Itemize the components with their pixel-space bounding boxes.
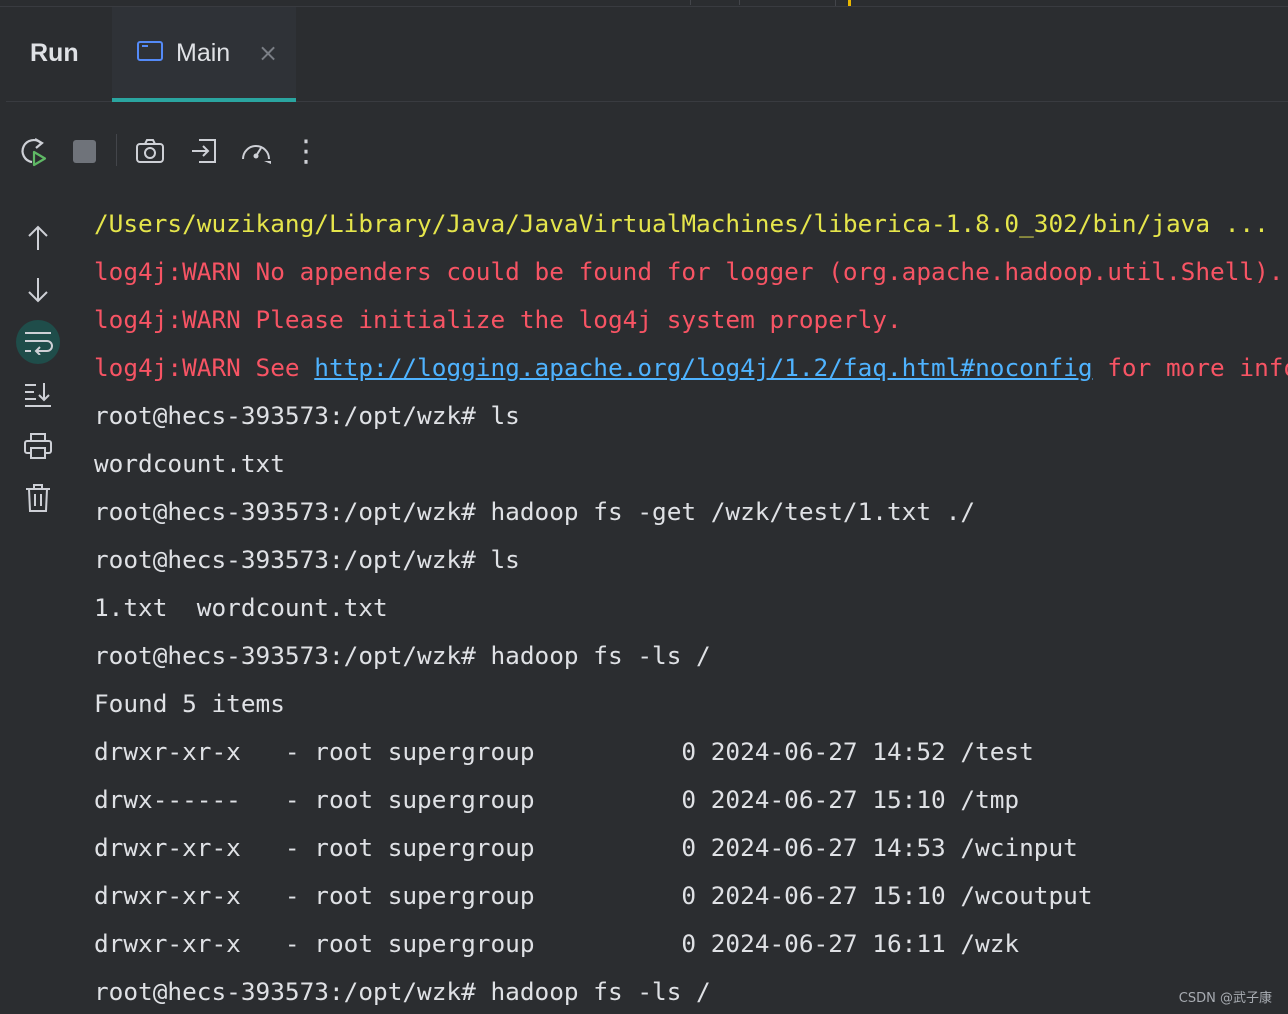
console-line: root@hecs-393573:/opt/wzk# hadoop fs -ls…: [94, 632, 1288, 680]
console-line: root@hecs-393573:/opt/wzk# hadoop fs -ge…: [94, 488, 1288, 536]
console-text: root@hecs-393573:/opt/wzk# hadoop fs -ge…: [94, 497, 975, 526]
console-text: log4j:WARN See: [94, 353, 314, 382]
console-output[interactable]: /Users/wuzikang/Library/Java/JavaVirtual…: [94, 200, 1288, 1014]
top-editor-fragment: [690, 0, 740, 5]
console-text: Found 5 items: [94, 689, 285, 718]
tab-label: Main: [176, 39, 230, 68]
console-line: drwxr-xr-x - root supergroup 0 2024-06-2…: [94, 728, 1288, 776]
camera-icon[interactable]: [130, 128, 170, 174]
scroll-to-end-icon[interactable]: [16, 372, 60, 416]
watermark: CSDN @武子康: [1179, 987, 1272, 1006]
run-toolbar: ⋮: [0, 128, 360, 174]
console-window-icon: [137, 41, 163, 61]
console-line: log4j:WARN Please initialize the log4j s…: [94, 296, 1288, 344]
console-text: drwxr-xr-x - root supergroup 0 2024-06-2…: [94, 881, 1093, 910]
console-text: log4j:WARN Please initialize the log4j s…: [94, 305, 902, 334]
window-top-strip: [0, 0, 1288, 7]
console-line: drwxr-xr-x - root supergroup 0 2024-06-2…: [94, 872, 1288, 920]
top-divider: [835, 0, 836, 6]
console-line: wordcount.txt: [94, 440, 1288, 488]
run-tool-window-header: Run Main ×: [6, 7, 1288, 102]
console-text: drwxr-xr-x - root supergroup 0 2024-06-2…: [94, 737, 1034, 766]
console-line: root@hecs-393573:/opt/wzk# ls: [94, 536, 1288, 584]
console-text: for more info.: [1093, 353, 1288, 382]
console-line: Found 5 items: [94, 680, 1288, 728]
console-line: 1.txt wordcount.txt: [94, 584, 1288, 632]
console-text: drwx------ - root supergroup 0 2024-06-2…: [94, 785, 1019, 814]
console-line: drwx------ - root supergroup 0 2024-06-2…: [94, 776, 1288, 824]
console-text: /Users/wuzikang/Library/Java/JavaVirtual…: [94, 209, 1269, 238]
top-caret-marker: [848, 0, 851, 6]
toolbar-separator: [116, 134, 117, 166]
console-line: drwxr-xr-x - root supergroup 0 2024-06-2…: [94, 920, 1288, 968]
speedometer-icon[interactable]: [236, 128, 276, 174]
console-text: drwxr-xr-x - root supergroup 0 2024-06-2…: [94, 929, 1019, 958]
console-text: log4j:WARN No appenders could be found f…: [94, 257, 1283, 286]
soft-wrap-icon[interactable]: [16, 320, 60, 364]
panel-title: Run: [30, 39, 79, 68]
stop-icon[interactable]: [64, 128, 104, 174]
console-text: root@hecs-393573:/opt/wzk# ls: [94, 545, 520, 574]
close-icon[interactable]: ×: [258, 41, 278, 65]
console-text: root@hecs-393573:/opt/wzk# hadoop fs -ls…: [94, 977, 711, 1006]
console-line: root@hecs-393573:/opt/wzk# ls: [94, 392, 1288, 440]
console-line: root@hecs-393573:/opt/wzk# hadoop fs -ls…: [94, 968, 1288, 1014]
tab-main[interactable]: Main ×: [112, 7, 296, 101]
console-text: root@hecs-393573:/opt/wzk# hadoop fs -ls…: [94, 641, 711, 670]
arrow-down-icon[interactable]: [16, 268, 60, 312]
console-text: root@hecs-393573:/opt/wzk# ls: [94, 401, 520, 430]
console-text: wordcount.txt: [94, 449, 285, 478]
console-line: /Users/wuzikang/Library/Java/JavaVirtual…: [94, 200, 1288, 248]
console-line: log4j:WARN No appenders could be found f…: [94, 248, 1288, 296]
more-options-icon[interactable]: ⋮: [286, 128, 326, 174]
print-icon[interactable]: [16, 424, 60, 468]
rerun-icon[interactable]: [12, 128, 52, 174]
arrow-up-icon[interactable]: [16, 216, 60, 260]
console-line: drwxr-xr-x - root supergroup 0 2024-06-2…: [94, 824, 1288, 872]
console-text: 1.txt wordcount.txt: [94, 593, 388, 622]
config-link[interactable]: http://logging.apache.org/log4j/1.2/faq.…: [314, 353, 1092, 382]
exit-icon[interactable]: [184, 128, 224, 174]
trash-icon[interactable]: [16, 476, 60, 520]
console-line: log4j:WARN See http://logging.apache.org…: [94, 344, 1288, 392]
console-text: drwxr-xr-x - root supergroup 0 2024-06-2…: [94, 833, 1078, 862]
active-tab-indicator: [112, 98, 296, 102]
